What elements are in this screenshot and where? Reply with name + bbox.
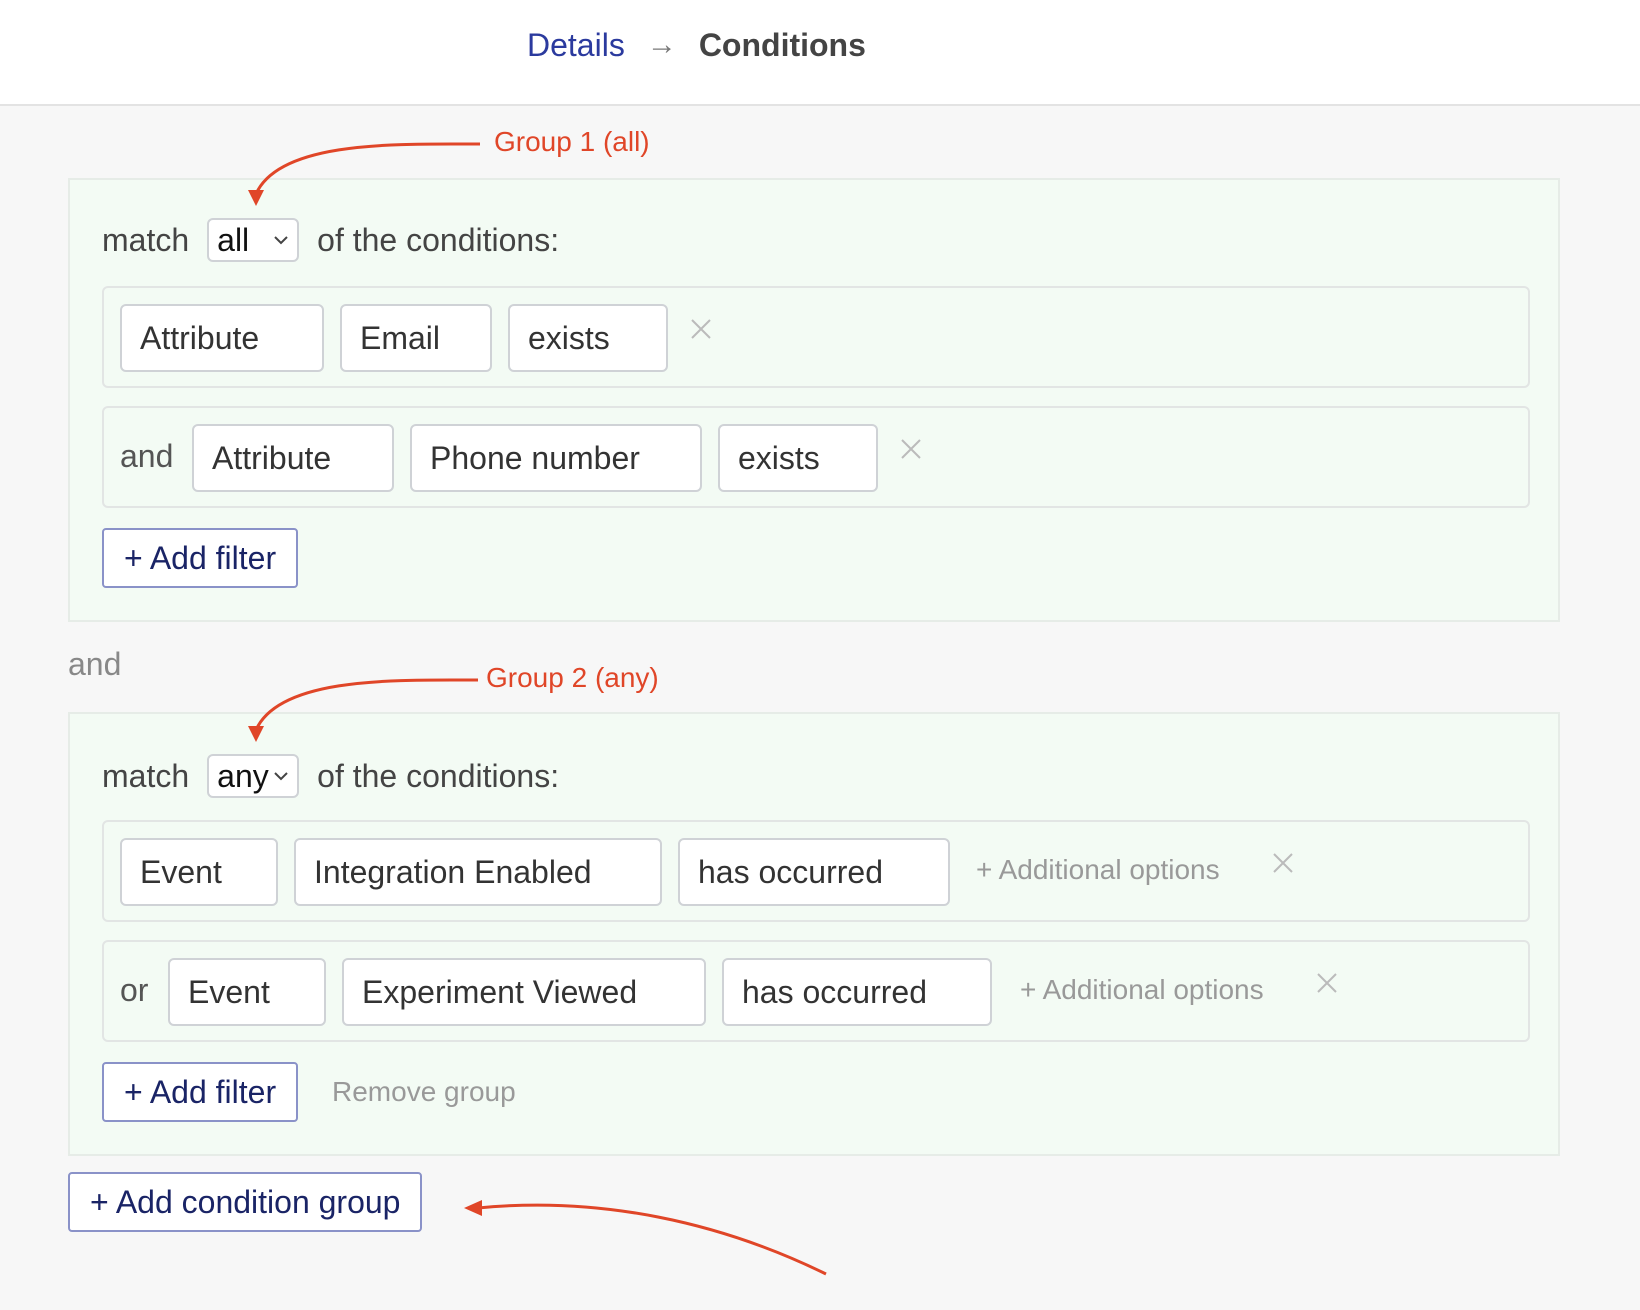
breadcrumb-current-step: Conditions xyxy=(698,26,866,63)
add-filter-button[interactable]: + Add filter xyxy=(102,1062,299,1122)
match-label: match xyxy=(102,221,190,258)
match-line: match all of the conditions: xyxy=(102,216,559,264)
match-suffix: of the conditions: xyxy=(317,757,560,794)
condition-group-1: match all of the conditions: Attribute E… xyxy=(68,178,1560,622)
filter-field-select[interactable]: Integration Enabled xyxy=(294,838,662,906)
breadcrumb-arrow-icon: → xyxy=(646,28,677,61)
match-mode-value: all xyxy=(217,221,250,258)
filter-operator-select[interactable]: has occurred xyxy=(722,958,992,1026)
additional-options-link[interactable]: + Additional options xyxy=(976,854,1220,886)
close-icon[interactable] xyxy=(688,316,714,342)
breadcrumb-details-link[interactable]: Details xyxy=(527,27,625,64)
match-mode-select[interactable]: all xyxy=(207,218,300,262)
match-suffix: of the conditions: xyxy=(317,221,560,258)
breadcrumb: Details → Conditions xyxy=(527,24,866,66)
filter-joiner: and xyxy=(120,438,174,474)
annotation-group2-label: Group 2 (any) xyxy=(486,662,659,693)
close-icon[interactable] xyxy=(898,436,924,462)
additional-options-link[interactable]: + Additional options xyxy=(1020,974,1264,1006)
filter-joiner: or xyxy=(120,972,149,1008)
filter-operator-select[interactable]: exists xyxy=(718,424,878,492)
annotation-group1-label: Group 1 (all) xyxy=(494,126,650,157)
filter-field-select[interactable]: Email xyxy=(340,304,492,372)
filter-row: Event Integration Enabled has occurred +… xyxy=(102,820,1530,922)
filter-type-select[interactable]: Event xyxy=(168,958,326,1026)
filter-field-select[interactable]: Experiment Viewed xyxy=(342,958,706,1026)
filter-row: and Attribute Phone number exists xyxy=(102,406,1530,508)
match-label: match xyxy=(102,757,190,794)
add-filter-button[interactable]: + Add filter xyxy=(102,528,299,588)
filter-field-select[interactable]: Phone number xyxy=(410,424,702,492)
filter-operator-select[interactable]: has occurred xyxy=(678,838,950,906)
annotation-arrowhead-add-group xyxy=(464,1200,482,1216)
group-joiner: and xyxy=(68,646,122,682)
chevron-down-icon xyxy=(274,772,288,781)
filter-operator-select[interactable]: exists xyxy=(508,304,668,372)
match-mode-value: any xyxy=(217,757,269,794)
match-mode-select[interactable]: any xyxy=(207,754,300,798)
chevron-down-icon xyxy=(274,236,288,245)
remove-group-link[interactable]: Remove group xyxy=(332,1076,516,1108)
annotation-arrow-add-group xyxy=(477,1203,827,1276)
condition-group-2: match any of the conditions: Event Integ… xyxy=(68,712,1560,1156)
filter-type-select[interactable]: Event xyxy=(120,838,278,906)
match-line: match any of the conditions: xyxy=(102,752,559,800)
top-bar: Details → Conditions xyxy=(0,0,1640,106)
close-icon[interactable] xyxy=(1314,970,1340,996)
filter-row: Attribute Email exists xyxy=(102,286,1530,388)
filter-type-select[interactable]: Attribute xyxy=(192,424,394,492)
close-icon[interactable] xyxy=(1270,850,1296,876)
add-condition-group-button[interactable]: + Add condition group xyxy=(68,1172,423,1232)
filter-type-select[interactable]: Attribute xyxy=(120,304,324,372)
filter-row: or Event Experiment Viewed has occurred … xyxy=(102,940,1530,1042)
